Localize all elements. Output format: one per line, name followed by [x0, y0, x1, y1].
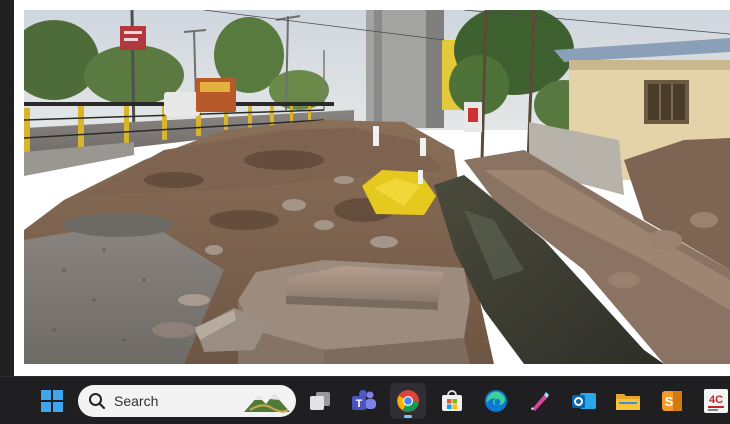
app-4c-button[interactable]: 4C: [698, 383, 730, 419]
app-4c-icon: 4C: [704, 389, 728, 413]
file-explorer-icon: [616, 394, 640, 410]
svg-text:T: T: [356, 398, 363, 410]
roadside-construction-photo: [24, 10, 730, 364]
chrome-icon: [397, 390, 419, 412]
edge-icon: [485, 390, 507, 412]
start-button[interactable]: [34, 383, 70, 419]
photo-viewer: [14, 0, 730, 376]
app-4c-label: 4C: [709, 394, 723, 406]
windows-taskbar: Search T S 4C: [0, 376, 730, 424]
microsoft-store-button[interactable]: [434, 383, 470, 419]
window-frame: [0, 0, 730, 376]
sway-icon: S: [662, 391, 682, 411]
search-highlight-mountain-icon: [244, 394, 290, 413]
chrome-button[interactable]: [390, 383, 426, 419]
microsoft-store-icon: [442, 390, 462, 411]
paint-pen-button[interactable]: [522, 383, 558, 419]
outlook-button[interactable]: [566, 383, 602, 419]
outlook-icon: [572, 393, 596, 409]
edge-button[interactable]: [478, 383, 514, 419]
windows-start-icon: [41, 390, 63, 412]
teams-icon: T: [352, 390, 376, 410]
sway-button[interactable]: S: [654, 383, 690, 419]
svg-text:S: S: [665, 394, 674, 409]
search-placeholder: Search: [114, 393, 159, 409]
taskbar-search-box[interactable]: Search: [78, 385, 296, 417]
file-explorer-button[interactable]: [610, 383, 646, 419]
teams-button[interactable]: T: [346, 383, 382, 419]
task-view-icon: [310, 392, 330, 410]
task-view-button[interactable]: [302, 383, 338, 419]
search-icon: [88, 392, 106, 410]
paint-pen-icon: [531, 392, 549, 411]
